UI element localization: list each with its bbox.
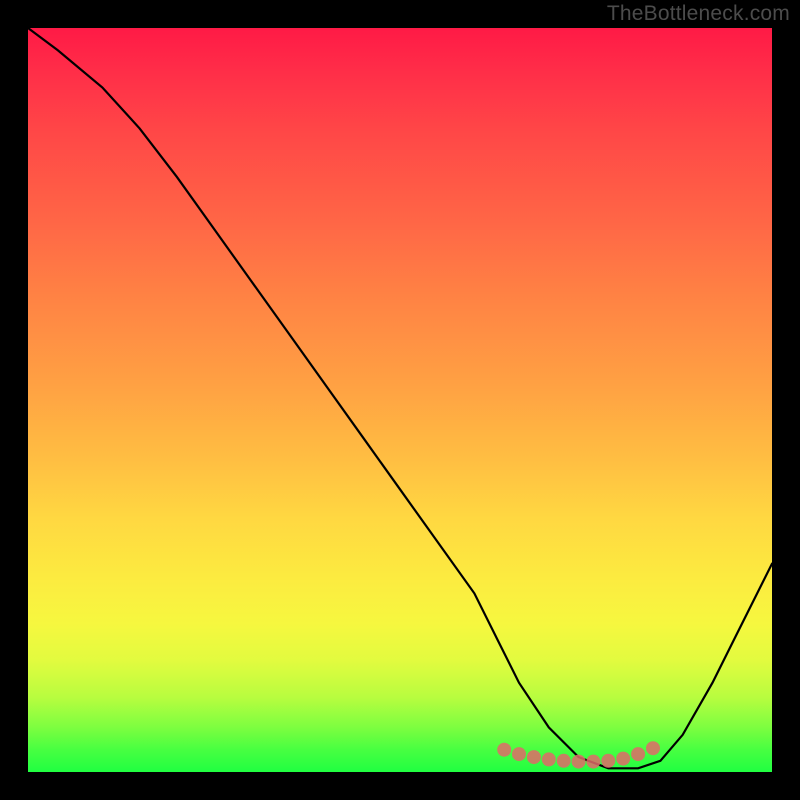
watermark-text: TheBottleneck.com bbox=[607, 2, 790, 26]
highlight-dot bbox=[601, 754, 615, 768]
bottleneck-curve bbox=[28, 28, 772, 768]
highlight-dot bbox=[497, 743, 511, 757]
highlight-dot bbox=[557, 754, 571, 768]
highlight-dot bbox=[542, 752, 556, 766]
highlight-dot bbox=[631, 747, 645, 761]
highlight-dot bbox=[512, 747, 526, 761]
plot-area bbox=[28, 28, 772, 772]
highlight-dot bbox=[616, 752, 630, 766]
highlight-dot bbox=[572, 755, 586, 769]
curve-layer bbox=[28, 28, 772, 772]
highlight-dot bbox=[586, 755, 600, 769]
chart-frame: TheBottleneck.com bbox=[0, 0, 800, 800]
highlight-dot bbox=[646, 741, 660, 755]
highlight-dot bbox=[527, 750, 541, 764]
highlight-markers bbox=[497, 741, 660, 768]
